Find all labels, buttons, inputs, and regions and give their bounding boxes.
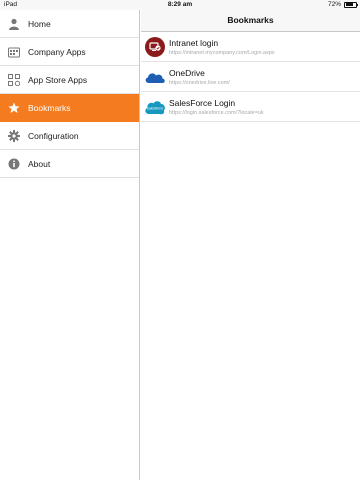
battery-percent: 72% [327,1,341,8]
bookmark-row-onedrive[interactable]: OneDrive https://onedrive.live.com/ [141,62,360,92]
sidebar: Home Company Apps App Store Apps Bookmar… [0,10,140,480]
sidebar-item-home[interactable]: Home [0,10,139,38]
sidebar-item-label: Configuration [28,130,79,141]
sidebar-item-bookmarks[interactable]: Bookmarks [0,94,139,122]
bookmark-url: https://onedrive.live.com/ [169,79,230,86]
salesforce-icon: salesforce [141,99,169,115]
info-icon [0,158,28,170]
battery-icon [344,1,358,8]
bookmark-url: https://intranet.mycompany.com/Login.asp… [169,49,275,56]
sidebar-item-label: About [28,158,51,169]
sidebar-item-label: Bookmarks [28,102,71,113]
battery-fill [345,3,354,6]
bookmark-title: Intranet login [169,37,219,48]
sidebar-item-configuration[interactable]: Configuration [0,122,139,150]
bookmark-list: Intranet login https://intranet.mycompan… [141,32,360,122]
sidebar-item-label: App Store Apps [28,74,88,85]
intranet-icon [141,36,169,57]
sidebar-item-company-apps[interactable]: Company Apps [0,38,139,66]
sidebar-item-label: Company Apps [28,46,86,57]
bookmark-url: https://login.salesforce.com/?locale=uk [169,109,264,116]
person-icon [0,18,28,30]
navigation-bar: Bookmarks [141,10,360,32]
sidebar-item-app-store-apps[interactable]: App Store Apps [0,66,139,94]
company-apps-icon [0,46,28,58]
bookmark-row-intranet[interactable]: Intranet login https://intranet.mycompan… [141,32,360,62]
bookmark-title: SalesForce Login [169,97,236,108]
salesforce-logo-text: salesforce [147,106,163,110]
status-bar: iPad 8:29 am 72% [0,0,360,10]
bookmark-title: OneDrive [169,67,205,78]
page-title: Bookmarks [227,15,274,25]
gear-icon [0,129,28,142]
app-store-icon [0,73,28,86]
sidebar-item-label: Home [28,18,51,29]
bookmark-row-salesforce[interactable]: salesforce SalesForce Login https://logi… [141,92,360,122]
clock: 8:29 am [167,1,193,8]
sidebar-item-about[interactable]: About [0,150,139,178]
onedrive-cloud-icon [141,70,169,84]
battery-indicator: 72% [327,1,358,8]
star-icon [0,102,28,114]
